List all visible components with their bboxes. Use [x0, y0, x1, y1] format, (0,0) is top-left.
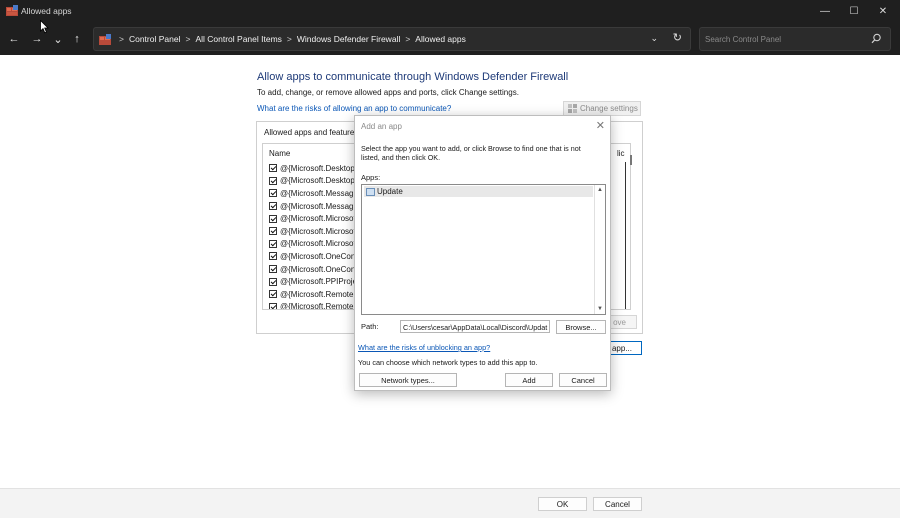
network-types-description: You can choose which network types to ad…: [358, 358, 538, 367]
row-checkbox[interactable]: [269, 290, 277, 299]
breadcrumb-control-panel[interactable]: Control Panel: [129, 34, 181, 44]
path-field[interactable]: C:\Users\cesar\AppData\Local\Discord\Upd…: [400, 320, 550, 333]
table-row[interactable]: @{Microsoft.Messagi: [269, 187, 359, 200]
cancel-button[interactable]: Cancel: [593, 497, 642, 511]
row-name: @{Microsoft.OneCon: [280, 251, 356, 261]
path-label: Path:: [361, 322, 379, 331]
row-name: @{Microsoft.PPIProje: [280, 277, 358, 287]
page-title: Allow apps to communicate through Window…: [257, 71, 569, 83]
row-checkbox[interactable]: [269, 202, 277, 211]
row-name: @{Microsoft.Microsof: [280, 214, 356, 224]
table-row[interactable]: @{Microsoft.Remotel: [269, 288, 359, 301]
table-row[interactable]: @{Microsoft.Desktop: [269, 175, 359, 188]
address-dropdown-icon[interactable]: ⌄: [650, 33, 658, 44]
window-title: Allowed apps: [21, 6, 72, 16]
row-name: @{Microsoft.Messagi: [280, 188, 356, 198]
breadcrumb-allowed-apps[interactable]: Allowed apps: [415, 34, 466, 44]
table-row[interactable]: @{Microsoft.Messagi: [269, 200, 359, 213]
column-name-header[interactable]: Name: [269, 149, 290, 158]
list-item[interactable]: Update: [364, 186, 593, 197]
dialog-instructions: Select the app you want to add, or click…: [361, 144, 581, 162]
table-row[interactable]: @{Microsoft.OneCon: [269, 250, 359, 263]
row-name: @{Microsoft.Microsof: [280, 226, 356, 236]
address-bar: ← → ⌄ ↑ > Control Panel > All Control Pa…: [0, 23, 900, 55]
list-scrollbar[interactable]: [626, 149, 636, 309]
change-settings-label: Change settings: [580, 104, 638, 113]
breadcrumb-separator: >: [286, 34, 292, 44]
control-panel-icon: [99, 34, 111, 45]
table-row[interactable]: @{Microsoft.Microsof: [269, 212, 359, 225]
search-icon: [871, 33, 881, 44]
ok-button[interactable]: OK: [538, 497, 587, 511]
table-row[interactable]: @{Microsoft.Microsof: [269, 238, 359, 251]
row-name: @{Microsoft.Remotel: [280, 289, 356, 299]
close-window-button[interactable]: ✕: [868, 0, 898, 23]
dialog-close-icon[interactable]: ✕: [596, 119, 605, 132]
risks-link[interactable]: What are the risks of allowing an app to…: [257, 104, 451, 113]
group-label: Allowed apps and feature: [264, 128, 355, 137]
row-checkbox[interactable]: [269, 277, 277, 286]
table-row[interactable]: @{Microsoft.RemoteD: [269, 301, 360, 310]
app-name: Update: [377, 187, 403, 196]
mouse-cursor-icon: [40, 20, 49, 34]
scroll-down-icon[interactable]: ▼: [597, 306, 603, 312]
refresh-icon[interactable]: ↻: [673, 31, 682, 44]
row-checkbox[interactable]: [269, 227, 277, 236]
page-description: To add, change, or remove allowed apps a…: [257, 88, 519, 97]
table-row[interactable]: @{Microsoft.Microsof: [269, 225, 359, 238]
dialog-title: Add an app: [361, 122, 402, 131]
column-public-header[interactable]: lic: [617, 149, 625, 158]
recent-locations-button[interactable]: ⌄: [50, 31, 66, 47]
maximize-button[interactable]: ☐: [839, 0, 869, 23]
change-settings-button[interactable]: Change settings: [563, 101, 641, 116]
browse-button[interactable]: Browse...: [556, 320, 606, 334]
row-checkbox[interactable]: [269, 302, 277, 309]
footer-bar: OK Cancel: [0, 488, 900, 518]
row-checkbox[interactable]: [269, 252, 277, 261]
scroll-up-icon[interactable]: ▲: [597, 187, 603, 193]
row-checkbox[interactable]: [269, 164, 277, 173]
application-icon: [366, 187, 375, 196]
search-input[interactable]: Search Control Panel: [705, 35, 781, 44]
breadcrumb[interactable]: > Control Panel > All Control Panel Item…: [93, 27, 691, 51]
apps-label: Apps:: [361, 173, 381, 182]
table-row[interactable]: @{Microsoft.Desktop: [269, 162, 359, 175]
title-bar: Allowed apps — ☐ ✕: [0, 0, 900, 23]
search-box[interactable]: Search Control Panel: [699, 27, 891, 51]
apps-listbox[interactable]: Update ▲ ▼: [361, 184, 606, 315]
row-name: @{Microsoft.OneCon: [280, 264, 356, 274]
row-checkbox[interactable]: [269, 176, 277, 185]
row-name: @{Microsoft.RemoteD: [280, 302, 360, 310]
row-checkbox[interactable]: [269, 239, 277, 248]
table-row[interactable]: @{Microsoft.PPIProje: [269, 275, 359, 288]
breadcrumb-separator: >: [405, 34, 411, 44]
breadcrumb-separator: >: [185, 34, 191, 44]
row-name: @{Microsoft.Messagi: [280, 201, 356, 211]
apps-scrollbar[interactable]: ▲ ▼: [594, 185, 605, 314]
row-name: @{Microsoft.Desktop: [280, 176, 355, 186]
back-button[interactable]: ←: [6, 31, 22, 47]
row-name: @{Microsoft.Desktop: [280, 163, 355, 173]
add-app-dialog: Add an app ✕ Select the app you want to …: [354, 115, 611, 391]
row-name: @{Microsoft.Microsof: [280, 239, 356, 249]
breadcrumb-firewall[interactable]: Windows Defender Firewall: [297, 34, 400, 44]
dialog-cancel-button[interactable]: Cancel: [559, 373, 607, 387]
breadcrumb-all-items[interactable]: All Control Panel Items: [195, 34, 281, 44]
minimize-button[interactable]: —: [810, 0, 840, 23]
row-checkbox[interactable]: [269, 189, 277, 198]
table-row[interactable]: @{Microsoft.OneCon: [269, 263, 359, 276]
network-types-button[interactable]: Network types...: [359, 373, 457, 387]
up-button[interactable]: ↑: [69, 31, 85, 47]
firewall-icon: [6, 5, 18, 16]
row-checkbox[interactable]: [269, 265, 277, 274]
unblocking-risks-link[interactable]: What are the risks of unblocking an app?: [358, 343, 490, 352]
row-checkbox[interactable]: [269, 214, 277, 223]
breadcrumb-separator: >: [119, 34, 124, 44]
uac-shield-icon: [568, 104, 577, 113]
add-button[interactable]: Add: [505, 373, 553, 387]
